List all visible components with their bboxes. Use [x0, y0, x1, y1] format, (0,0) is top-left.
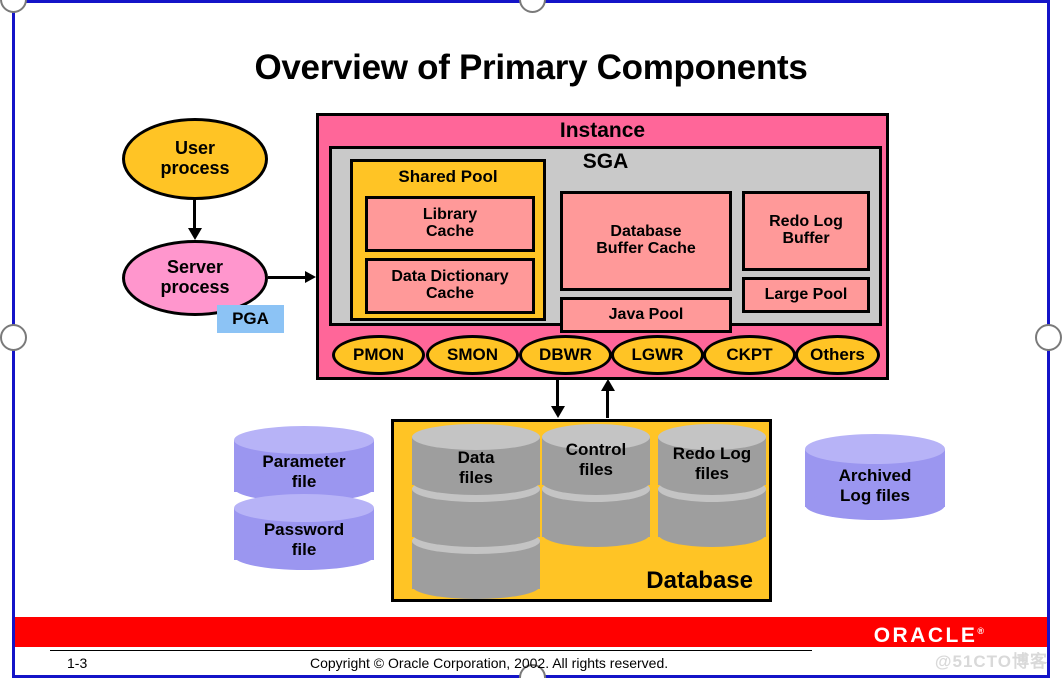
- slide-page: Overview of Primary Components User proc…: [0, 0, 1062, 678]
- control-files-label: Control files: [542, 440, 650, 479]
- redo-log-buffer-label-line2: Buffer: [782, 230, 830, 247]
- binder-ring-top-center: [519, 0, 546, 13]
- background-process-pmon: PMON: [332, 335, 425, 375]
- java-pool-box: Java Pool: [560, 297, 732, 333]
- redo-log-buffer-box: Redo Log Buffer: [742, 191, 870, 271]
- redo-log-files-cylinder-2-bottom: [658, 521, 766, 547]
- library-cache-label-line2: Cache: [425, 223, 475, 240]
- arrow-instance-to-database-head: [551, 406, 565, 418]
- database-buffer-cache-box: Database Buffer Cache: [560, 191, 732, 291]
- database-container: Data files Control files Redo Log files …: [391, 419, 772, 602]
- password-file-cylinder-top: [234, 494, 374, 522]
- arrow-server-to-instance-head: [305, 271, 316, 283]
- archived-log-files-cylinder-top: [805, 434, 945, 464]
- archived-log-files-label: Archived Log files: [805, 466, 945, 505]
- data-files-label: Data files: [412, 448, 540, 487]
- instance-container: Instance SGA Shared Pool Library Cache D…: [316, 113, 889, 380]
- shared-pool-label: Shared Pool: [398, 167, 498, 186]
- data-dictionary-cache-label-line2: Cache: [425, 285, 475, 302]
- library-cache-label-line1: Library: [422, 206, 478, 224]
- instance-label: Instance: [559, 119, 646, 142]
- redo-log-files-label-line2: files: [694, 463, 730, 483]
- database-buffer-cache-label-line1: Database: [610, 223, 682, 241]
- site-watermark: @51CTO博客: [934, 652, 1048, 671]
- library-cache-box: Library Cache: [365, 196, 535, 252]
- data-dictionary-cache-label-line1: Data Dictionary: [391, 268, 509, 286]
- database-buffer-cache-label-line2: Buffer Cache: [596, 240, 696, 257]
- redo-log-files-label-line1: Redo Log: [672, 444, 752, 463]
- user-process-label-line1: User: [174, 138, 215, 159]
- data-files-label-line2: files: [458, 467, 494, 487]
- data-files-cylinder-1-top: [412, 424, 540, 450]
- parameter-file-label-line1: Parameter: [262, 452, 346, 471]
- data-files-cylinder-3-bottom: [412, 573, 540, 599]
- oracle-logo: ORACLE®: [874, 624, 984, 648]
- footer-divider: [50, 650, 812, 651]
- sga-container: SGA Shared Pool Library Cache Data Dicti…: [329, 146, 882, 333]
- background-process-others: Others: [795, 335, 880, 375]
- parameter-file-cylinder-top: [234, 426, 374, 454]
- server-process-label-line1: Server: [166, 257, 224, 278]
- archived-log-files-label-line1: Archived: [838, 466, 912, 485]
- archived-log-files-cylinder: Archived Log files: [805, 434, 945, 520]
- arrow-server-to-instance-shaft: [268, 276, 308, 279]
- large-pool-box: Large Pool: [742, 277, 870, 313]
- background-process-lgwr: LGWR: [611, 335, 704, 375]
- data-files-label-line1: Data: [457, 448, 495, 467]
- control-files-label-line2: files: [578, 459, 614, 479]
- user-process-label-line2: process: [160, 158, 230, 178]
- password-file-label-line2: file: [291, 539, 317, 559]
- background-process-smon: SMON: [426, 335, 519, 375]
- background-process-dbwr: DBWR: [519, 335, 612, 375]
- server-process-label-line2: process: [160, 277, 230, 297]
- parameter-file-label: Parameter file: [234, 452, 374, 491]
- password-file-label: Password file: [234, 520, 374, 559]
- arrow-database-to-instance-head: [601, 379, 615, 391]
- archived-log-files-label-line2: Log files: [840, 485, 910, 505]
- data-dictionary-cache-box: Data Dictionary Cache: [365, 258, 535, 314]
- user-process-node: User process: [122, 118, 268, 200]
- data-files-cylinder-2-bottom: [412, 521, 540, 547]
- redo-log-buffer-label-line1: Redo Log: [769, 213, 843, 231]
- binder-ring-left-upper: [0, 0, 27, 13]
- page-title: Overview of Primary Components: [254, 48, 808, 87]
- arrow-user-to-server-head: [188, 228, 202, 240]
- control-files-cylinder-1: Control files: [542, 424, 650, 495]
- shared-pool-container: Shared Pool Library Cache Data Dictionar…: [350, 159, 546, 321]
- binder-ring-left-middle: [0, 324, 27, 351]
- control-files-cylinder-2-bottom: [542, 521, 650, 547]
- control-files-label-line1: Control: [565, 440, 627, 459]
- oracle-registered-mark: ®: [977, 626, 984, 636]
- password-file-label-line1: Password: [263, 520, 345, 539]
- copyright-notice: Copyright © Oracle Corporation, 2002. Al…: [310, 655, 669, 671]
- redo-log-files-cylinder-1: Redo Log files: [658, 424, 766, 495]
- parameter-file-label-line2: file: [291, 471, 317, 491]
- page-number: 1-3: [67, 655, 88, 671]
- oracle-wordmark: ORACLE: [873, 624, 978, 647]
- pga-box: PGA: [217, 305, 284, 333]
- data-files-cylinder-1: Data files: [412, 424, 540, 495]
- parameter-file-cylinder: Parameter file: [234, 426, 374, 502]
- database-label: Database: [646, 566, 753, 594]
- background-process-ckpt: CKPT: [703, 335, 796, 375]
- binder-ring-right-middle: [1035, 324, 1062, 351]
- password-file-cylinder: Password file: [234, 494, 374, 570]
- redo-log-files-label: Redo Log files: [658, 444, 766, 483]
